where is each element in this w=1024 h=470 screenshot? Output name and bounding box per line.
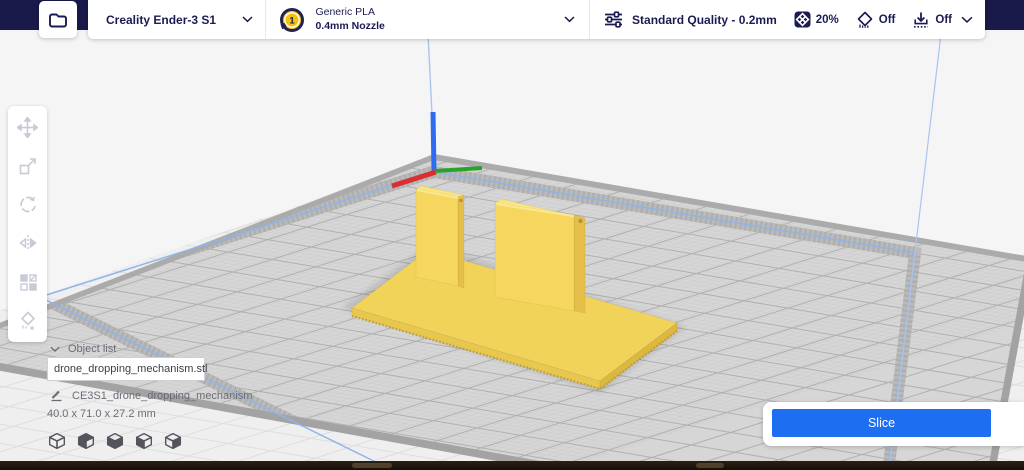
- view-3d-button[interactable]: [45, 428, 69, 454]
- print-settings-selector[interactable]: Standard Quality - 0.2mm 20% Off Off: [590, 0, 985, 39]
- pencil-icon: [51, 390, 62, 402]
- project-name: CE3S1_drone_dropping_mechanism: [72, 389, 253, 402]
- support-value: Off: [878, 13, 896, 26]
- tool-panel: [8, 106, 47, 342]
- infill-group: 20%: [794, 11, 839, 28]
- view-front-button[interactable]: [74, 428, 98, 454]
- object-list-item-filename[interactable]: drone_dropping_mechanism.stl: [47, 357, 207, 381]
- move-icon: [17, 116, 38, 138]
- rotate-tool-button[interactable]: [10, 188, 46, 222]
- sliders-icon: [605, 11, 623, 28]
- camera-views-bar: [45, 428, 185, 454]
- adhesion-value: Off: [935, 13, 952, 26]
- support-blocker-button[interactable]: [10, 304, 46, 338]
- configuration-bar: Creality Ender-3 S1 1 Generic PLA 0.4mm …: [88, 0, 985, 39]
- support-group: Off: [856, 11, 896, 29]
- bottom-bar-glow: [696, 463, 724, 468]
- printer-name: Creality Ender-3 S1: [106, 12, 217, 27]
- view-top-icon: [106, 432, 124, 450]
- per-model-settings-button[interactable]: [10, 265, 46, 299]
- printer-selector[interactable]: Creality Ender-3 S1: [88, 0, 265, 39]
- view-right-button[interactable]: [161, 428, 185, 454]
- view-left-icon: [135, 432, 153, 450]
- view-top-button[interactable]: [103, 428, 127, 454]
- slice-button[interactable]: Slice: [772, 409, 991, 437]
- infill-density-icon: [794, 11, 811, 28]
- chevron-down-icon: [564, 16, 575, 23]
- folder-icon: [49, 13, 67, 27]
- chevron-down-icon: [50, 346, 60, 352]
- profile-name: Standard Quality - 0.2mm: [632, 12, 777, 27]
- infill-density-value: 20%: [815, 13, 839, 26]
- action-panel: Slice: [763, 402, 1024, 446]
- per-model-settings-icon: [19, 274, 37, 291]
- support-icon: [857, 11, 873, 28]
- mirror-icon: [18, 235, 37, 252]
- model-dimensions: 40.0 x 71.0 x 27.2 mm: [47, 408, 156, 420]
- project-name-row[interactable]: CE3S1_drone_dropping_mechanism: [50, 389, 252, 402]
- extruder-number: 1: [290, 15, 296, 26]
- material-selector[interactable]: 1 Generic PLA 0.4mm Nozzle: [265, 0, 589, 39]
- nozzle-size: 0.4mm Nozzle: [315, 19, 385, 32]
- mirror-tool-button[interactable]: [10, 226, 46, 260]
- chevron-down-icon: [242, 16, 253, 23]
- chevron-down-icon: [961, 16, 973, 23]
- object-list-toggle[interactable]: Object list: [50, 343, 116, 355]
- scale-icon: [19, 158, 36, 175]
- material-name: Generic PLA: [315, 6, 375, 19]
- view-right-icon: [164, 432, 182, 450]
- open-file-button[interactable]: [39, 1, 77, 38]
- adhesion-group: Off: [912, 11, 952, 29]
- bottom-bar-glow: [352, 463, 392, 468]
- rotate-icon: [19, 196, 36, 212]
- move-tool-button[interactable]: [10, 110, 46, 144]
- view-left-button[interactable]: [132, 428, 156, 454]
- bottom-edge-bar: [0, 461, 1024, 470]
- adhesion-icon: [914, 12, 929, 28]
- extruder-badge-icon: 1: [280, 7, 305, 32]
- scale-tool-button[interactable]: [10, 149, 46, 183]
- view-3d-icon: [48, 432, 66, 450]
- view-front-icon: [77, 432, 95, 450]
- support-blocker-icon: [20, 310, 35, 330]
- object-list-header: Object list: [68, 343, 117, 355]
